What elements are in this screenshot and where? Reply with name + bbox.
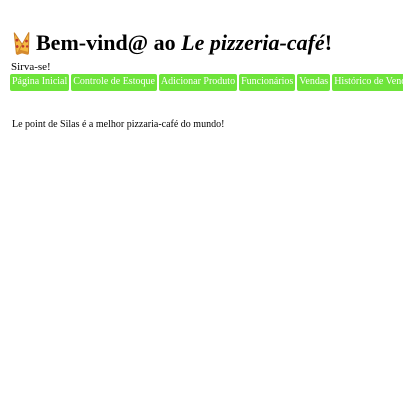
subtitle: Sirva-se!	[11, 61, 51, 73]
main-nav: Página Inicial Controle de Estoque Adici…	[10, 74, 403, 91]
nav-sales-history-button[interactable]: Histórico de Vendas	[332, 74, 403, 91]
title-suffix: !	[324, 30, 333, 55]
title-prefix: Bem-vind@ ao	[36, 30, 182, 55]
page-title: Bem-vind@ ao Le pizzeria-café!	[36, 30, 332, 56]
nav-home-button[interactable]: Página Inicial	[10, 74, 70, 91]
pizza-icon	[11, 30, 33, 56]
title-restaurant-name: Le pizzeria-café	[181, 30, 325, 55]
nav-sales-button[interactable]: Vendas	[297, 74, 331, 91]
main-content-text: Le point de Silas é a melhor pizzaria-ca…	[12, 119, 225, 130]
nav-employees-button[interactable]: Funcionários	[239, 74, 296, 91]
nav-stock-control-button[interactable]: Controle de Estoque	[71, 74, 157, 91]
page-header: Bem-vind@ ao Le pizzeria-café!	[11, 30, 332, 56]
nav-add-product-button[interactable]: Adicionar Produto	[158, 74, 238, 91]
